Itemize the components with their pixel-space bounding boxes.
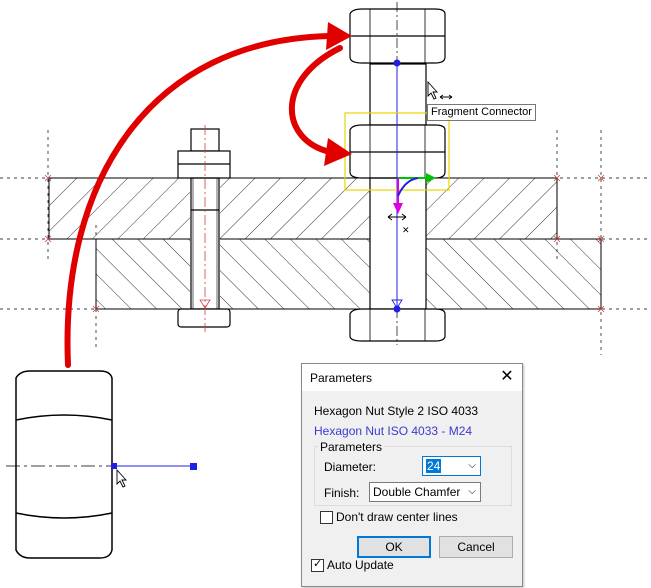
fragment-connector-tooltip: Fragment Connector bbox=[427, 104, 536, 121]
parameters-dialog: Parameters ✕ Hexagon Nut Style 2 ISO 403… bbox=[301, 363, 523, 587]
diameter-select[interactable]: 24 ⌵ bbox=[422, 456, 481, 476]
svg-text:✕: ✕ bbox=[402, 226, 410, 236]
check-icon: ✓ bbox=[313, 558, 323, 570]
diameter-label: Diameter: bbox=[324, 460, 377, 474]
finish-value: Double Chamfer bbox=[373, 485, 461, 499]
preview-nut[interactable] bbox=[15, 370, 113, 559]
finish-label: Finish: bbox=[324, 486, 360, 500]
preview-pointer-cursor-icon bbox=[116, 468, 128, 488]
cancel-button[interactable]: Cancel bbox=[439, 536, 513, 558]
dropdown-arrow-icon: ⌵ bbox=[468, 486, 476, 497]
ok-button[interactable]: OK bbox=[357, 536, 431, 558]
diameter-value: 24 bbox=[426, 459, 442, 473]
no-center-lines-label: Don't draw center lines bbox=[336, 510, 458, 524]
connector-point-top[interactable] bbox=[393, 59, 401, 67]
auto-update-label: Auto Update bbox=[327, 558, 394, 572]
connector-point-bottom[interactable] bbox=[393, 305, 401, 313]
no-center-lines-checkbox[interactable] bbox=[320, 511, 333, 524]
upper-plate[interactable] bbox=[48, 177, 558, 240]
auto-update-checkbox[interactable]: ✓ bbox=[311, 558, 324, 572]
close-icon[interactable]: ✕ bbox=[498, 368, 516, 386]
parameters-group-title: Parameters bbox=[318, 440, 385, 454]
dropdown-arrow-icon: ⌵ bbox=[468, 460, 476, 471]
finish-select[interactable]: Double Chamfer ⌵ bbox=[369, 482, 481, 502]
pointer-cursor-icon bbox=[427, 80, 453, 100]
dialog-title: Parameters bbox=[310, 371, 373, 385]
lower-plate[interactable] bbox=[95, 238, 602, 310]
standard-name: Hexagon Nut Style 2 ISO 4033 bbox=[314, 404, 479, 418]
designation-link[interactable]: Hexagon Nut ISO 4033 - M24 bbox=[314, 424, 472, 438]
dialog-title-bar[interactable]: Parameters ✕ bbox=[302, 364, 522, 391]
